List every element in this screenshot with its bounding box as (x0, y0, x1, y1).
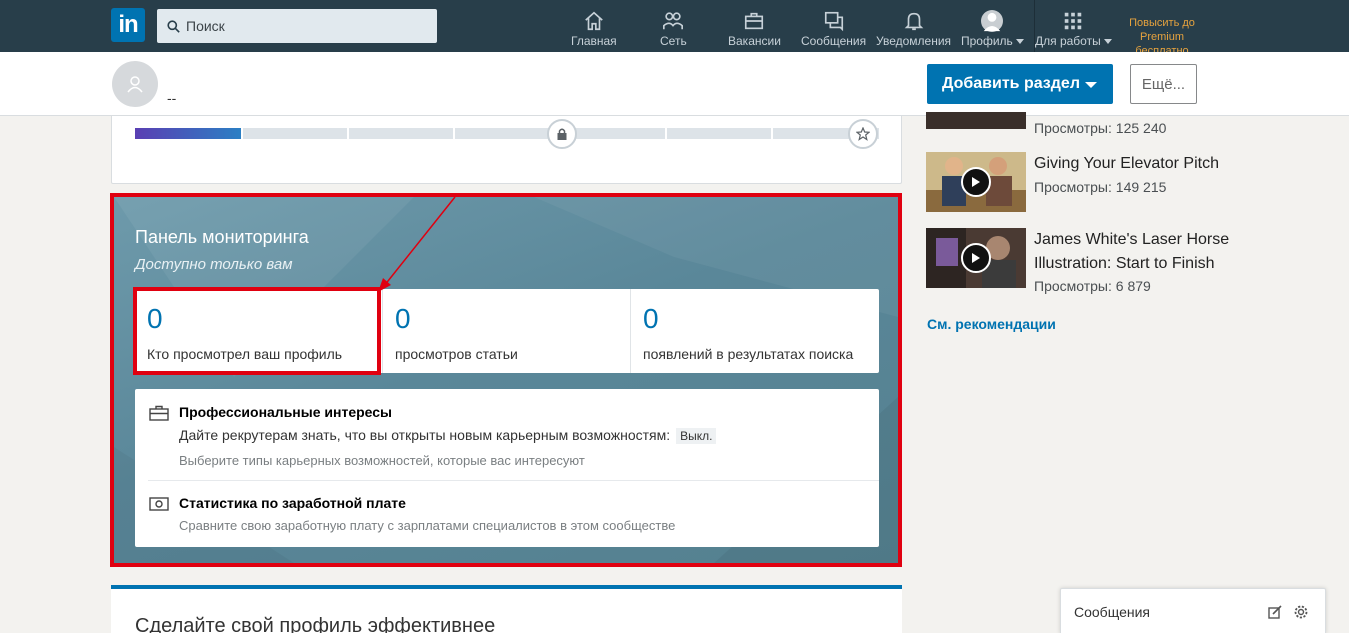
network-icon (663, 12, 684, 30)
money-icon (149, 497, 169, 511)
stat-article-views[interactable]: 0 просмотров статьи (383, 289, 631, 373)
play-icon (961, 243, 991, 273)
rail-course-item[interactable]: Просмотры: 125 240 (926, 112, 1226, 146)
nav-for-business-label: Для работы (1035, 34, 1112, 48)
status-badge: Выкл. (676, 428, 717, 444)
stat-search-appearances[interactable]: 0 появлений в результатах поиска (631, 289, 879, 373)
profile-suggestions-card: Сделайте свой профиль эффективнее (111, 585, 902, 633)
annotation-highlight-box (133, 287, 381, 375)
nav-network[interactable]: Сеть (660, 10, 687, 50)
course-views: Просмотры: 125 240 (1034, 120, 1167, 136)
stat-value: 0 (643, 303, 659, 334)
messaging-overlay-label: Сообщения (1074, 604, 1150, 620)
messaging-overlay[interactable]: Сообщения (1060, 588, 1326, 633)
briefcase-icon (149, 405, 169, 421)
bell-icon (904, 12, 923, 31)
strength-segment (455, 128, 559, 139)
card-title: Сделайте свой профиль эффективнее (135, 615, 496, 633)
career-interests-title[interactable]: Профессиональные интересы (179, 404, 392, 420)
strength-segment-filled (135, 128, 241, 139)
career-interests-hint: Выберите типы карьерных возможностей, ко… (179, 453, 585, 468)
strength-segment (349, 128, 453, 139)
gear-icon[interactable] (1293, 604, 1309, 620)
stat-label: просмотров статьи (395, 346, 518, 362)
nav-notifications[interactable]: Уведомления (876, 10, 951, 50)
messaging-icon (824, 11, 843, 32)
rail-course-item[interactable]: Giving Your Elevator Pitch Просмотры: 14… (926, 152, 1226, 214)
search-placeholder: Поиск (186, 18, 225, 34)
course-thumbnail (926, 152, 1026, 212)
search-icon (167, 19, 180, 33)
chevron-down-icon (1103, 39, 1112, 45)
home-icon (585, 11, 603, 31)
chevron-down-icon (1085, 82, 1097, 88)
stat-value: 0 (395, 303, 411, 334)
nav-home[interactable]: Главная (571, 10, 617, 50)
course-views: Просмотры: 6 879 (1034, 278, 1151, 294)
chevron-down-icon (1015, 39, 1024, 45)
divider (148, 480, 879, 481)
strength-segment (243, 128, 347, 139)
more-button[interactable]: Ещё... (1130, 64, 1197, 104)
nav-network-label: Сеть (660, 34, 687, 48)
profile-avatar-icon (981, 10, 1004, 32)
dashboard-panel: Панель мониторинга Доступно только вам 0… (110, 193, 902, 567)
course-views: Просмотры: 149 215 (1034, 179, 1167, 195)
nav-messaging[interactable]: Сообщения (801, 10, 866, 50)
star-icon (848, 119, 878, 149)
salary-insights-hint: Сравните свою заработную плату с зарплат… (179, 518, 676, 533)
see-recommendations-link[interactable]: См. рекомендации (927, 316, 1056, 332)
avatar[interactable] (112, 61, 158, 107)
grid-icon (1065, 12, 1082, 30)
nav-profile-label: Профиль (961, 34, 1024, 48)
search-input[interactable]: Поиск (157, 9, 437, 43)
career-interests-text: Дайте рекрутерам знать, что вы открыты н… (179, 427, 717, 444)
dashboard-subtitle: Доступно только вам (135, 256, 293, 273)
profile-strength-card (111, 116, 902, 184)
add-section-button[interactable]: Добавить раздел (927, 64, 1113, 104)
course-title: Giving Your Elevator Pitch (1034, 155, 1219, 172)
nav-for-business[interactable]: Для работы (1035, 10, 1112, 50)
stat-label: появлений в результатах поиска (643, 346, 854, 362)
nav-notifications-label: Уведомления (876, 34, 952, 48)
course-title: James White's Laser Horse Illustration: … (1034, 231, 1230, 272)
career-panel: Профессиональные интересы Дайте рекрутер… (135, 389, 879, 547)
nav-jobs-label: Вакансии (728, 34, 781, 48)
nav-home-label: Главная (571, 34, 617, 48)
strength-segment (667, 128, 771, 139)
add-section-label: Добавить раздел (942, 75, 1080, 92)
play-icon (961, 167, 991, 197)
linkedin-logo[interactable]: in (111, 8, 145, 42)
jobs-icon (745, 12, 764, 30)
salary-insights-title[interactable]: Статистика по заработной плате (179, 495, 406, 511)
nav-profile[interactable]: Профиль (961, 10, 1024, 50)
nav-messaging-label: Сообщения (801, 34, 867, 48)
lock-icon (547, 119, 577, 149)
rail-course-item[interactable]: James White's Laser Horse Illustration: … (926, 228, 1229, 308)
top-navigation-bar: in Поиск Главная Сеть Вакансии Сообщения… (0, 0, 1349, 57)
dashboard-title: Панель мониторинга (135, 227, 309, 247)
profile-name: -- (167, 90, 177, 106)
logo-text: in (118, 11, 138, 38)
compose-icon[interactable] (1267, 604, 1283, 620)
course-thumbnail (926, 228, 1026, 288)
profile-sticky-header: -- Добавить раздел Ещё... (0, 52, 1349, 116)
nav-jobs[interactable]: Вакансии (728, 10, 781, 50)
course-thumbnail (926, 112, 1026, 129)
